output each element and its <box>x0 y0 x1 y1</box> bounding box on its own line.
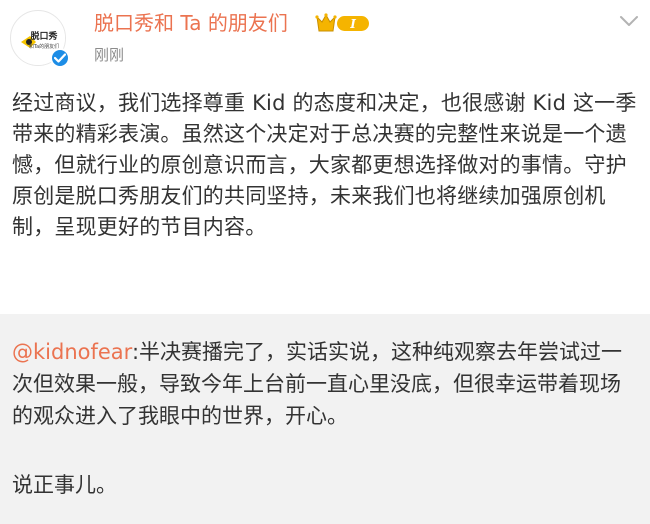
username-link[interactable]: 脱口秀和 Ta 的朋友们 <box>94 10 288 36</box>
chevron-down-icon[interactable] <box>618 12 640 30</box>
verified-badge-icon <box>50 48 70 68</box>
post-timestamp: 刚刚 <box>94 46 125 64</box>
repost-container[interactable]: @kidnofear:半决赛播完了，实话实说，这种纯观察去年尝试过一次但效果一般… <box>0 314 650 524</box>
member-crown-badge-icon[interactable]: I <box>315 11 371 35</box>
repost-sub-text: 说正事儿。 <box>12 473 117 497</box>
member-badge-level: I <box>349 17 356 31</box>
mention-link[interactable]: @kidnofear <box>12 340 132 364</box>
repost-body: @kidnofear:半决赛播完了，实话实说，这种纯观察去年尝试过一次但效果一般… <box>12 336 640 432</box>
post-body-text: 经过商议，我们选择尊重 Kid 的态度和决定，也很感谢 Kid 这一季带来的精彩… <box>12 91 637 239</box>
avatar-title: 脱口秀 <box>30 30 57 42</box>
post-header: 脱口秀 和Ta的朋友们 脱口秀和 Ta 的朋友们 I 刚刚 <box>0 0 650 80</box>
